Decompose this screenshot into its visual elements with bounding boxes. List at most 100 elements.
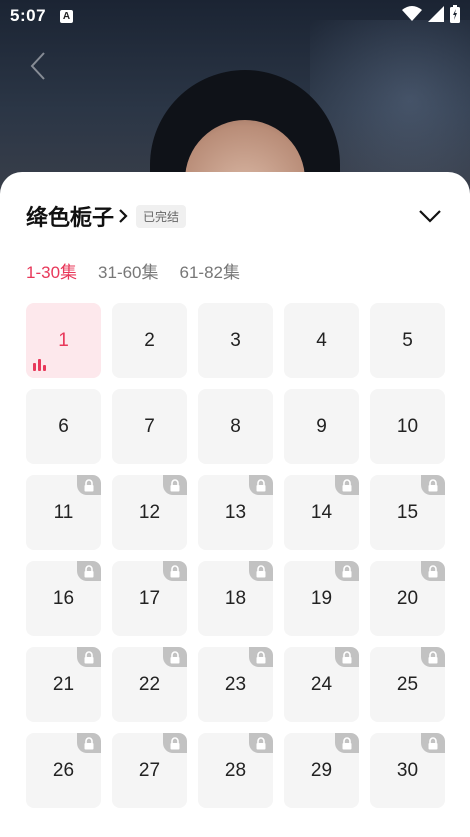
episode-number: 17 — [138, 587, 161, 609]
episode-tile[interactable]: 7 — [112, 389, 187, 464]
episode-number: 2 — [144, 329, 155, 351]
episode-tile[interactable]: 6 — [26, 389, 101, 464]
episode-tile[interactable]: 4 — [284, 303, 359, 378]
episode-number: 12 — [138, 501, 161, 523]
lock-icon — [421, 475, 445, 495]
episode-number: 20 — [396, 587, 419, 609]
episode-number: 4 — [316, 329, 327, 351]
episode-number: 9 — [316, 415, 327, 437]
episode-range-tabs: 1-30集 31-60集 61-82集 — [26, 258, 240, 283]
wifi-icon — [402, 5, 422, 27]
episode-tile[interactable]: 5 — [370, 303, 445, 378]
episode-number: 24 — [310, 673, 333, 695]
episode-tile[interactable]: 30 — [370, 733, 445, 808]
episode-tile[interactable]: 3 — [198, 303, 273, 378]
episode-number: 22 — [138, 673, 161, 695]
episode-tile[interactable]: 15 — [370, 475, 445, 550]
episode-number: 1 — [58, 329, 69, 351]
episode-tile[interactable]: 24 — [284, 647, 359, 722]
episode-number: 13 — [224, 501, 247, 523]
lock-icon — [421, 733, 445, 753]
episode-tile[interactable]: 12 — [112, 475, 187, 550]
episode-tile[interactable]: 29 — [284, 733, 359, 808]
signal-icon — [428, 5, 444, 27]
episode-tile[interactable]: 25 — [370, 647, 445, 722]
episode-tile[interactable]: 9 — [284, 389, 359, 464]
tab-31-60[interactable]: 31-60集 — [98, 258, 158, 283]
episode-number: 23 — [224, 673, 247, 695]
episode-tile[interactable]: 27 — [112, 733, 187, 808]
episode-number: 27 — [138, 759, 161, 781]
status-bar: 5:07 A — [0, 0, 470, 32]
episode-number: 7 — [144, 415, 155, 437]
lock-icon — [77, 647, 101, 667]
lock-icon — [335, 733, 359, 753]
sheet-header: 绛色栀子 已完结 — [26, 198, 444, 234]
episode-number: 29 — [310, 759, 333, 781]
episode-sheet: 绛色栀子 已完结 1-30集 31-60集 61-82集 1 2 3 4 5 6 7 8 9 10… — [0, 172, 470, 837]
episode-tile[interactable]: 19 — [284, 561, 359, 636]
lock-icon — [163, 561, 187, 581]
episode-number: 28 — [224, 759, 247, 781]
lock-icon — [163, 475, 187, 495]
back-button[interactable] — [26, 50, 50, 82]
lock-icon — [77, 561, 101, 581]
lock-icon — [163, 647, 187, 667]
lock-icon — [335, 475, 359, 495]
episode-tile[interactable]: 14 — [284, 475, 359, 550]
lock-icon — [249, 475, 273, 495]
episode-number: 5 — [402, 329, 413, 351]
tab-61-82[interactable]: 61-82集 — [180, 258, 240, 283]
episode-number: 16 — [52, 587, 75, 609]
episode-number: 30 — [396, 759, 419, 781]
lock-icon — [249, 647, 273, 667]
chevron-down-icon — [419, 210, 441, 223]
lock-icon — [249, 733, 273, 753]
episode-tile[interactable]: 2 — [112, 303, 187, 378]
episode-number: 21 — [52, 673, 75, 695]
chevron-right-icon[interactable] — [118, 208, 128, 224]
episode-tile[interactable]: 22 — [112, 647, 187, 722]
episode-number: 6 — [58, 415, 69, 437]
episode-tile[interactable]: 13 — [198, 475, 273, 550]
episode-tile[interactable]: 10 — [370, 389, 445, 464]
episode-number: 25 — [396, 673, 419, 695]
lock-icon — [335, 561, 359, 581]
episode-number: 14 — [310, 501, 333, 523]
episode-tile[interactable]: 18 — [198, 561, 273, 636]
episode-tile[interactable]: 17 — [112, 561, 187, 636]
episode-tile[interactable]: 23 — [198, 647, 273, 722]
lock-icon — [77, 475, 101, 495]
lock-icon — [163, 733, 187, 753]
lock-icon — [77, 733, 101, 753]
collapse-button[interactable] — [416, 202, 444, 230]
episode-tile[interactable]: 21 — [26, 647, 101, 722]
lock-icon — [421, 561, 445, 581]
battery-icon — [450, 4, 460, 28]
episode-number: 15 — [396, 501, 419, 523]
episode-number: 8 — [230, 415, 241, 437]
episode-number: 18 — [224, 587, 247, 609]
episode-number: 10 — [396, 415, 419, 437]
episode-tile[interactable]: 16 — [26, 561, 101, 636]
episode-tile[interactable]: 28 — [198, 733, 273, 808]
episode-number: 26 — [52, 759, 75, 781]
lock-icon — [335, 647, 359, 667]
notification-icon: A — [60, 9, 74, 23]
status-time: 5:07 — [10, 6, 47, 25]
episode-number: 19 — [310, 587, 333, 609]
episode-tile[interactable]: 20 — [370, 561, 445, 636]
now-playing-icon — [33, 359, 46, 371]
tab-1-30[interactable]: 1-30集 — [26, 258, 77, 283]
episode-number: 3 — [230, 329, 241, 351]
lock-icon — [421, 647, 445, 667]
episode-tile[interactable]: 8 — [198, 389, 273, 464]
series-title[interactable]: 绛色栀子 — [26, 200, 114, 232]
episode-tile[interactable]: 1 — [26, 303, 101, 378]
status-badge: 已完结 — [136, 204, 187, 228]
episode-number: 11 — [53, 501, 74, 523]
status-icons — [402, 4, 460, 28]
lock-icon — [249, 561, 273, 581]
episode-tile[interactable]: 11 — [26, 475, 101, 550]
episode-tile[interactable]: 26 — [26, 733, 101, 808]
